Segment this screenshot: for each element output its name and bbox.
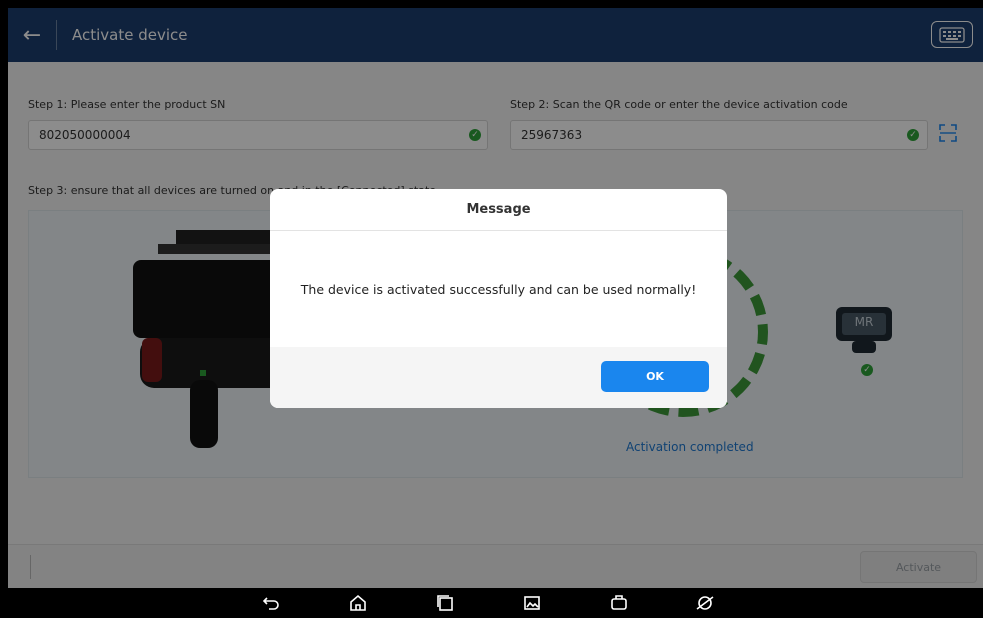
nav-home-button[interactable] [345,591,371,615]
ok-button[interactable]: OK [601,361,709,392]
message-dialog: Message The device is activated successf… [270,189,727,408]
home-icon [350,594,366,611]
nav-vci-button[interactable] [606,591,632,615]
nav-recents-button[interactable] [432,591,458,615]
recents-icon [437,595,453,611]
browser-icon [696,596,714,610]
nav-browser-button[interactable] [692,591,718,615]
android-nav-bar [0,588,983,618]
app-window: ← Activate device Step 1: Please enter t… [8,8,983,588]
back-icon [262,597,279,610]
vci-icon [611,595,627,610]
screenshot-icon [524,596,540,610]
dialog-message: The device is activated successfully and… [300,281,697,297]
dialog-footer: OK [270,347,727,408]
nav-back-button[interactable] [258,591,284,615]
dialog-title: Message [270,189,727,231]
nav-screenshot-button[interactable] [519,591,545,615]
